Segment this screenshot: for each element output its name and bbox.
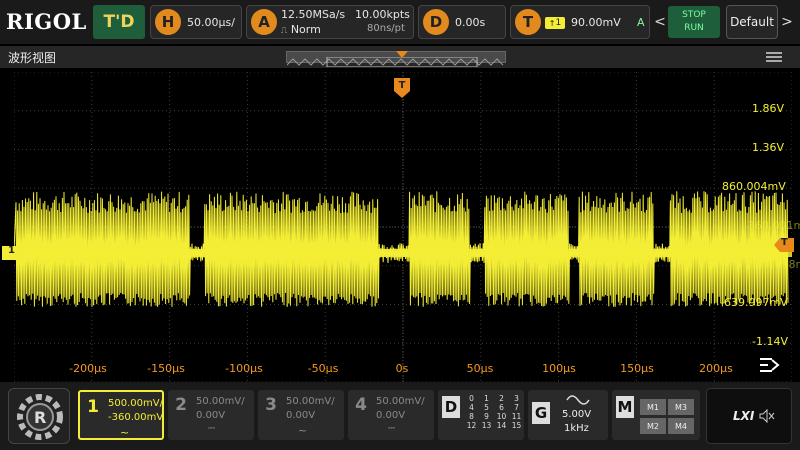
delay-control[interactable]: D 0.00s: [418, 5, 506, 39]
channel-1-offset-marker[interactable]: 1: [2, 245, 26, 260]
generator-amplitude: 5.00V: [562, 409, 592, 420]
x-label-7: 100μs: [542, 362, 576, 375]
generator-frequency: 1kHz: [564, 423, 589, 434]
timebase-mode-button[interactable]: T'D: [93, 5, 145, 39]
sample-rate: 12.50MSa/s: [281, 8, 346, 21]
stop-label: STOP: [682, 10, 706, 20]
channel-2-offset: 0.00V: [196, 410, 226, 421]
horizontal-control[interactable]: H 50.00μs/: [150, 5, 242, 39]
run-label: RUN: [684, 23, 704, 33]
trigger-position-marker-icon: [396, 51, 408, 58]
menu-icon[interactable]: [766, 52, 782, 62]
channel-1-baseline-band: [14, 249, 792, 257]
waveform-view-title: 波形视图: [8, 51, 57, 65]
y-label-1: 1.86V: [752, 102, 785, 115]
x-label-1: -200μs: [69, 362, 107, 375]
x-label-5: 0s: [395, 362, 409, 375]
home-button[interactable]: R: [8, 388, 70, 444]
acquire-mode-icon: ⎍: [281, 26, 288, 36]
channel-1-box[interactable]: 1 500.00mV/ -360.00mV ~: [78, 390, 164, 440]
dc-coupling-icon: ⎓: [388, 424, 396, 434]
trigger-mode: A: [637, 16, 645, 29]
y-label-overlap-2: -139.998mV: [746, 258, 800, 271]
run-stop-button[interactable]: STOP RUN: [668, 6, 720, 38]
y-label-4: -639.997mV: [720, 296, 788, 309]
prev-arrow-button[interactable]: <: [654, 5, 666, 39]
math-m4[interactable]: M4: [668, 418, 694, 434]
trigger-position-marker[interactable]: T: [394, 78, 410, 98]
channel-4-offset: 0.00V: [376, 410, 406, 421]
waveform-canvas: [13, 71, 793, 383]
trigger-icon: T: [515, 9, 541, 35]
digital-letter: D: [442, 396, 460, 418]
acquire-control[interactable]: A 12.50MSa/s ⎍ Norm 10.00kpts 80ns/pt: [246, 5, 414, 39]
channel-1-scale: 500.00mV/: [108, 398, 163, 409]
delay-icon: D: [423, 9, 449, 35]
y-label-3: 860.004mV: [722, 180, 786, 193]
y-label-overlap-1: 360.001mV: [748, 219, 800, 232]
x-label-2: -150μs: [147, 362, 185, 375]
x-label-9: 200μs: [699, 362, 733, 375]
time-per-point: 80ns/pt: [367, 23, 405, 34]
x-label-6: 50μs: [466, 362, 494, 375]
generator-box[interactable]: G 5.00V 1kHz: [528, 390, 608, 440]
trigger-source-badge: ↑ 1: [545, 17, 565, 29]
channel-4-scale: 50.00mV/: [376, 396, 425, 407]
memory-depth: 10.00kpts: [355, 8, 410, 21]
speaker-muted-icon: [759, 409, 775, 423]
math-letter: M: [616, 396, 634, 418]
horizontal-scale: 50.00μs/: [187, 16, 235, 29]
sine-wave-icon: [566, 395, 590, 405]
channel-3-number: 3: [265, 395, 277, 415]
top-bar: RIGOL T'D H 50.00μs/ A 12.50MSa/s ⎍ Norm…: [0, 0, 800, 44]
digital-channel-grid: 0123 4567 8 9 10 11 12 13 14 15: [466, 394, 522, 430]
acquire-mode: ⎍ Norm: [281, 23, 321, 36]
channel-1-offset: -360.00mV: [108, 412, 164, 423]
channel-3-offset: 0.00V: [286, 410, 316, 421]
channel-1-number: 1: [87, 397, 99, 417]
x-label-8: 150μs: [620, 362, 654, 375]
horizontal-icon: H: [155, 9, 181, 35]
dc-coupling-icon: ⎓: [208, 424, 216, 434]
channel-4-number: 4: [355, 395, 367, 415]
rising-edge-icon: ↑: [548, 18, 556, 28]
gear-icon: R: [17, 394, 63, 440]
waveform-display[interactable]: 1.86V 1.36V 860.004mV 360.001mV -139.998…: [2, 71, 800, 383]
svg-text:R: R: [34, 408, 46, 427]
next-arrow-button[interactable]: >: [781, 5, 793, 39]
x-label-3: -100μs: [225, 362, 263, 375]
y-label-2: 1.36V: [752, 141, 785, 154]
digital-channels-box[interactable]: D 0123 4567 8 9 10 11 12 13 14 15: [438, 390, 524, 440]
bottom-bar: R 1 500.00mV/ -360.00mV ~ 2 50.00mV/ 0.0…: [0, 382, 800, 450]
math-m3[interactable]: M3: [668, 399, 694, 415]
trigger-level: 90.00mV: [571, 16, 621, 29]
math-box[interactable]: M M1 M3 M2 M4: [612, 390, 700, 440]
lxi-label: LXI: [733, 409, 755, 423]
channel-2-number: 2: [175, 395, 187, 415]
math-m2[interactable]: M2: [640, 418, 666, 434]
brand-logo: RIGOL: [6, 8, 87, 34]
memory-wave-icon: [286, 56, 504, 68]
navigation-menu-icon[interactable]: [758, 356, 780, 374]
channel-2-box[interactable]: 2 50.00mV/ 0.00V ⎓: [168, 390, 254, 440]
waveform-view-titlebar: 波形视图: [0, 46, 800, 68]
lxi-status-box[interactable]: LXI: [706, 388, 792, 444]
channel-4-box[interactable]: 4 50.00mV/ 0.00V ⎓: [348, 390, 434, 440]
ac-coupling-icon: ~: [298, 424, 308, 437]
channel-3-scale: 50.00mV/: [286, 396, 335, 407]
y-label-5: -1.14V: [752, 335, 788, 348]
trigger-control[interactable]: T ↑ 1 90.00mV A: [510, 5, 650, 39]
ac-coupling-icon: ~: [120, 426, 130, 439]
channel-2-scale: 50.00mV/: [196, 396, 245, 407]
generator-letter: G: [532, 402, 550, 424]
acquire-icon: A: [251, 9, 277, 35]
channel-3-box[interactable]: 3 50.00mV/ 0.00V ~: [258, 390, 344, 440]
default-button[interactable]: Default: [726, 5, 778, 39]
x-label-4: -50μs: [307, 362, 339, 375]
math-m1[interactable]: M1: [640, 399, 666, 415]
delay-value: 0.00s: [455, 16, 486, 29]
trigger-level-marker[interactable]: T: [774, 237, 794, 252]
